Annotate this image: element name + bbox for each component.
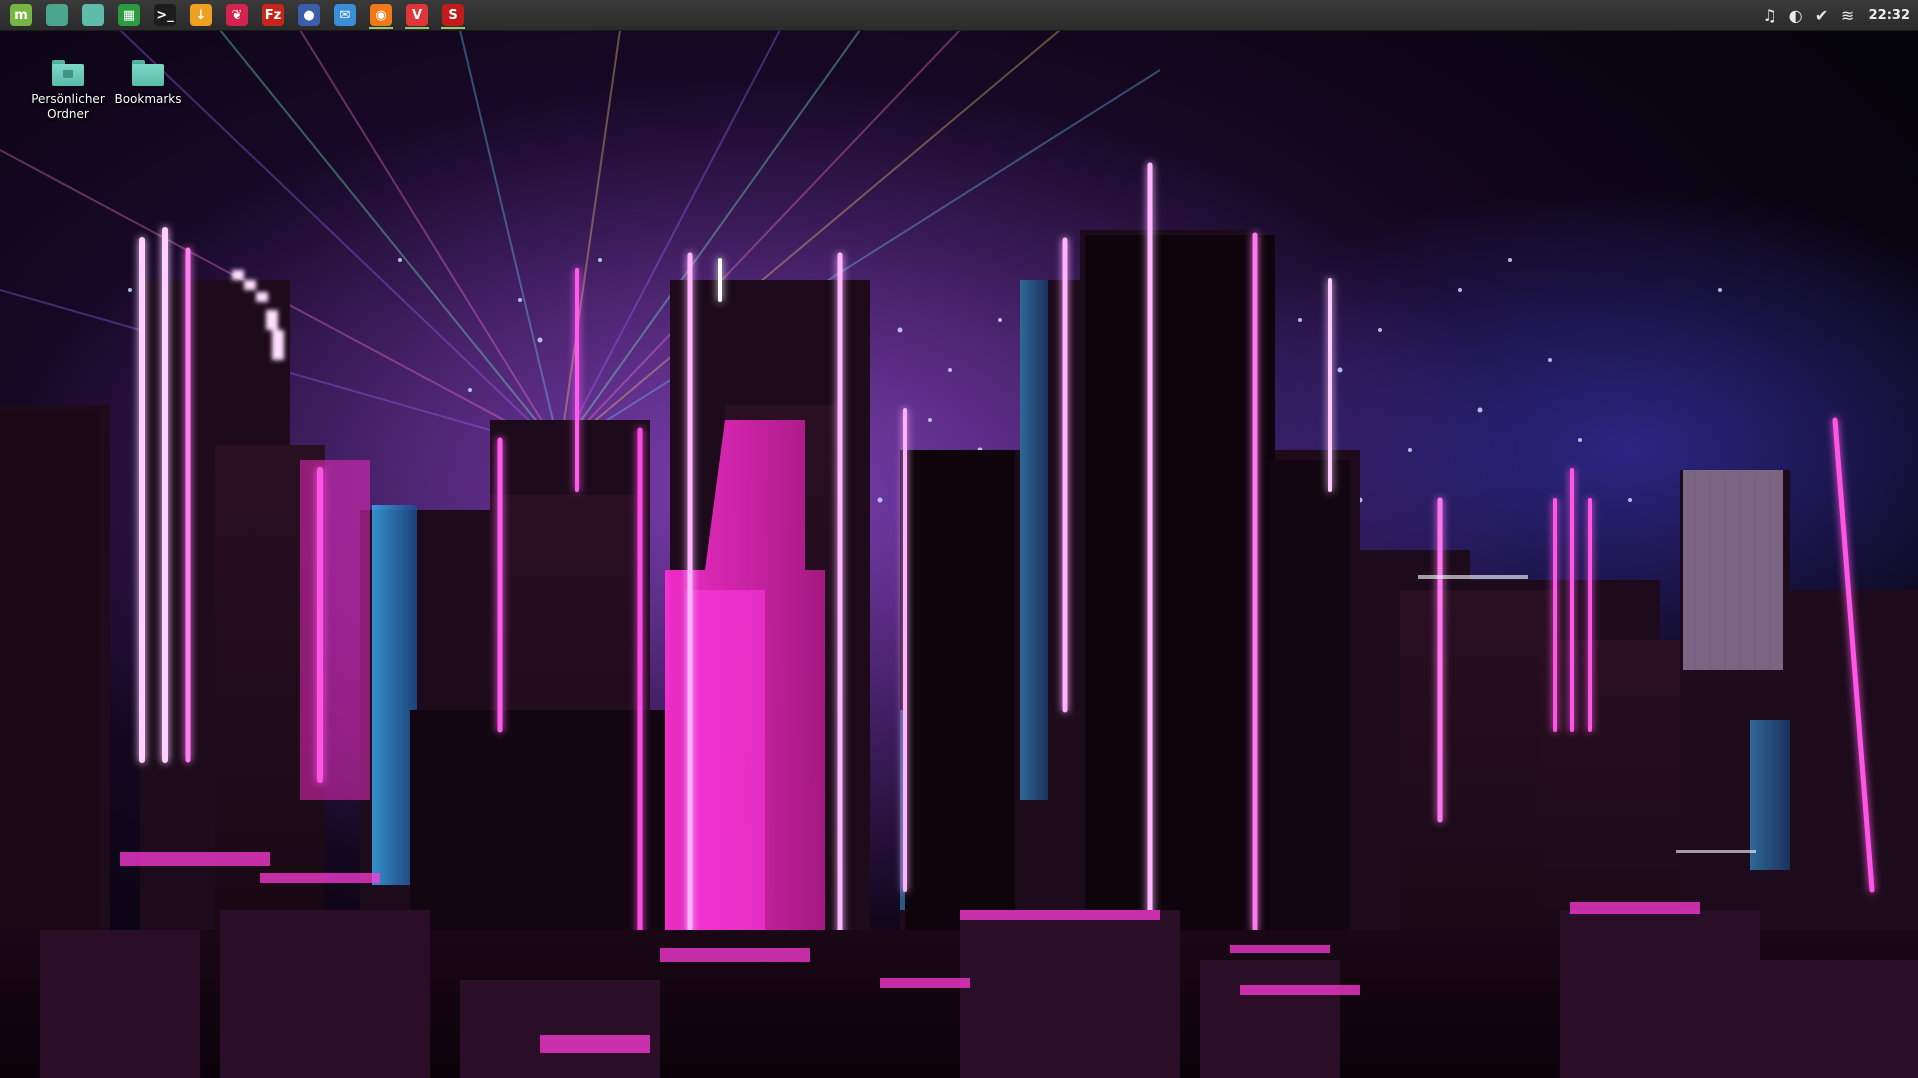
clock[interactable]: 22:32	[1861, 8, 1910, 23]
shield-icon[interactable]: ✔	[1809, 0, 1835, 30]
launcher-raspberry[interactable]: ❦	[219, 0, 255, 30]
home-folder-icon	[52, 60, 84, 86]
desktop-icon-label: Bookmarks	[114, 92, 182, 106]
firefox-icon: ◉	[370, 4, 392, 26]
launcher-update-manager[interactable]: ↓	[183, 0, 219, 30]
mail-icon: ✉	[334, 4, 356, 26]
mintupdate-icon: S	[442, 4, 464, 26]
launcher-droplet[interactable]: ●	[291, 0, 327, 30]
launcher-firefox[interactable]: ◉	[363, 0, 399, 30]
music-icon[interactable]: ♫	[1757, 0, 1783, 30]
terminal-icon: >_	[154, 4, 176, 26]
launcher-mail[interactable]: ✉	[327, 0, 363, 30]
desktop: m ▦ >_ ↓ ❦ Fz ● ✉ ◉ V S ♫ ◐ ✔ ≋ 22:32 Persönlicher Ord…	[0, 0, 1918, 1078]
files-icon	[46, 4, 68, 26]
desktop-icon-bookmarks[interactable]: Bookmarks	[100, 56, 196, 107]
filezilla-icon: Fz	[262, 4, 284, 26]
wifi-icon[interactable]: ≋	[1835, 0, 1861, 30]
launcher-mintupdate[interactable]: S	[435, 0, 471, 30]
launcher-vivaldi[interactable]: V	[399, 0, 435, 30]
steam-icon[interactable]: ◐	[1783, 0, 1809, 30]
launcher-libreoffice-calc[interactable]: ▦	[111, 0, 147, 30]
system-tray: ♫ ◐ ✔ ≋ 22:32	[1757, 0, 1918, 30]
launcher-filezilla[interactable]: Fz	[255, 0, 291, 30]
droplet-icon: ●	[298, 4, 320, 26]
panel-launchers: m ▦ >_ ↓ ❦ Fz ● ✉ ◉ V S	[0, 0, 471, 30]
launcher-menu[interactable]: m	[3, 0, 39, 30]
launcher-files[interactable]	[39, 0, 75, 30]
update-manager-icon: ↓	[190, 4, 212, 26]
vivaldi-icon: V	[406, 4, 428, 26]
top-panel: m ▦ >_ ↓ ❦ Fz ● ✉ ◉ V S ♫ ◐ ✔ ≋ 22:32	[0, 0, 1918, 31]
folder-icon	[82, 4, 104, 26]
menu-icon: m	[10, 4, 32, 26]
raspberry-icon: ❦	[226, 4, 248, 26]
wallpaper-neon-city	[0, 30, 1918, 1078]
launcher-folder[interactable]	[75, 0, 111, 30]
launcher-terminal[interactable]: >_	[147, 0, 183, 30]
libreoffice-calc-icon: ▦	[118, 4, 140, 26]
folder-icon	[132, 60, 164, 86]
